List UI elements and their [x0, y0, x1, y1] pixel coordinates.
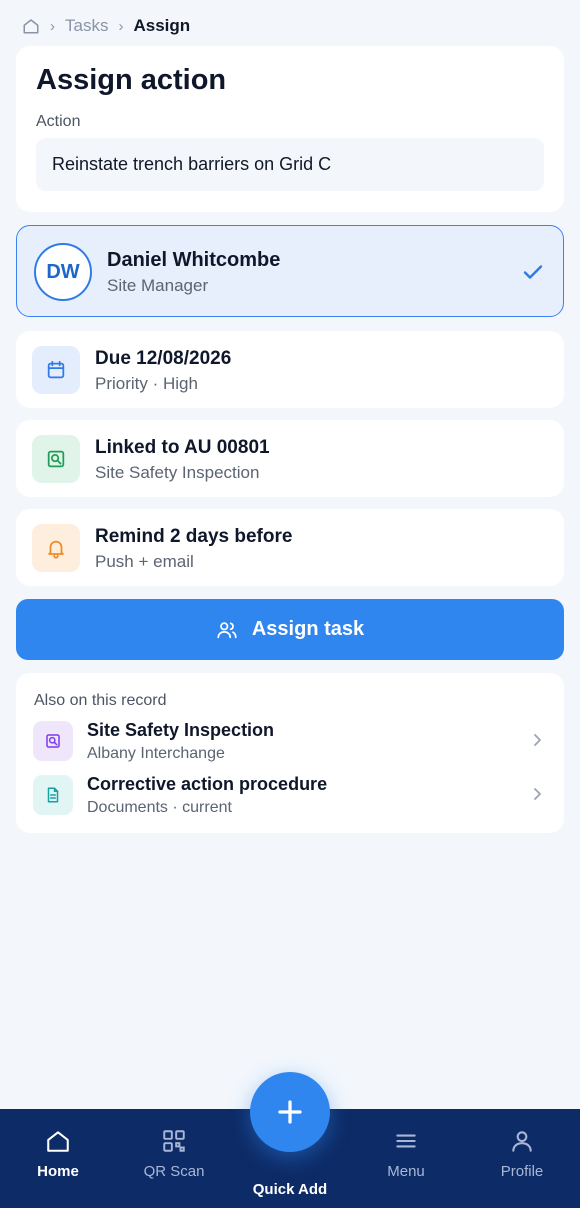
- breadcrumb-chevron-icon: ›: [118, 17, 124, 35]
- assignee-card[interactable]: DW Daniel Whitcombe Site Manager: [16, 225, 564, 317]
- nav-profile[interactable]: Profile: [477, 1127, 567, 1197]
- reminder-title: Remind 2 days before: [95, 526, 293, 547]
- action-field[interactable]: Reinstate trench barriers on Grid C: [36, 138, 544, 191]
- related-record-title: Site Safety Inspection: [87, 720, 275, 740]
- assign-task-label: Assign task: [251, 618, 365, 640]
- breadcrumb-current: Assign: [133, 16, 191, 35]
- reminder-card[interactable]: Remind 2 days before Push + email: [16, 509, 564, 586]
- related-record-title: Corrective action procedure: [87, 774, 328, 794]
- action-field-label: Action: [36, 113, 81, 130]
- document-icon: [33, 775, 73, 815]
- home-icon: [44, 1127, 72, 1155]
- check-icon: [521, 260, 545, 284]
- breadcrumb-chevron-icon: ›: [50, 17, 55, 35]
- related-records-card: Also on this record Site Safety Inspecti…: [16, 673, 564, 833]
- action-card: Assign action Action Reinstate trench ba…: [16, 46, 564, 212]
- linked-title: Linked to AU 00801: [95, 437, 270, 458]
- related-record-subtitle: Albany Interchange: [87, 745, 225, 762]
- assign-task-button[interactable]: Assign task: [16, 599, 564, 660]
- nav-menu-label: Menu: [387, 1163, 425, 1180]
- nav-menu[interactable]: Menu: [361, 1127, 451, 1197]
- calendar-icon: [32, 346, 80, 394]
- reminder-subtitle: Push + email: [95, 552, 194, 571]
- users-icon: [216, 619, 238, 641]
- nav-home[interactable]: Home: [13, 1127, 103, 1197]
- profile-icon: [508, 1127, 536, 1155]
- plus-icon: [275, 1097, 305, 1127]
- chevron-right-icon: [530, 732, 544, 748]
- chevron-right-icon: [530, 786, 544, 802]
- bell-icon: [32, 524, 80, 572]
- due-date-card[interactable]: Due 12/08/2026 Priority · High: [16, 331, 564, 408]
- nav-home-label: Home: [37, 1163, 79, 1180]
- related-records-header: Also on this record: [34, 692, 167, 709]
- inspection-icon: [32, 435, 80, 483]
- avatar: DW: [34, 243, 92, 301]
- quick-add-button[interactable]: [250, 1072, 330, 1152]
- menu-icon: [392, 1127, 420, 1155]
- assignee-name: Daniel Whitcombe: [107, 249, 281, 271]
- priority-subtitle: Priority · High: [95, 374, 198, 393]
- breadcrumb-tasks-link[interactable]: Tasks: [65, 16, 108, 36]
- page-title: Assign action: [36, 64, 227, 96]
- related-record-document[interactable]: Corrective action procedure Documents · …: [16, 769, 564, 819]
- related-record-inspection[interactable]: Site Safety Inspection Albany Interchang…: [16, 715, 564, 765]
- home-icon[interactable]: [22, 17, 40, 35]
- breadcrumb: › Tasks › Assign: [22, 14, 190, 38]
- nav-qr-scan-label: QR Scan: [143, 1163, 205, 1180]
- qr-icon: [160, 1127, 188, 1155]
- nav-profile-label: Profile: [500, 1163, 544, 1180]
- inspection-icon: [33, 721, 73, 761]
- due-date-title: Due 12/08/2026: [95, 348, 232, 369]
- linked-inspection-card[interactable]: Linked to AU 00801 Site Safety Inspectio…: [16, 420, 564, 497]
- assignee-role: Site Manager: [107, 276, 209, 295]
- nav-qr-scan[interactable]: QR Scan: [129, 1127, 219, 1197]
- quick-add-label: Quick Add: [252, 1181, 328, 1198]
- related-record-subtitle: Documents · current: [87, 799, 232, 816]
- linked-subtitle: Site Safety Inspection: [95, 463, 260, 482]
